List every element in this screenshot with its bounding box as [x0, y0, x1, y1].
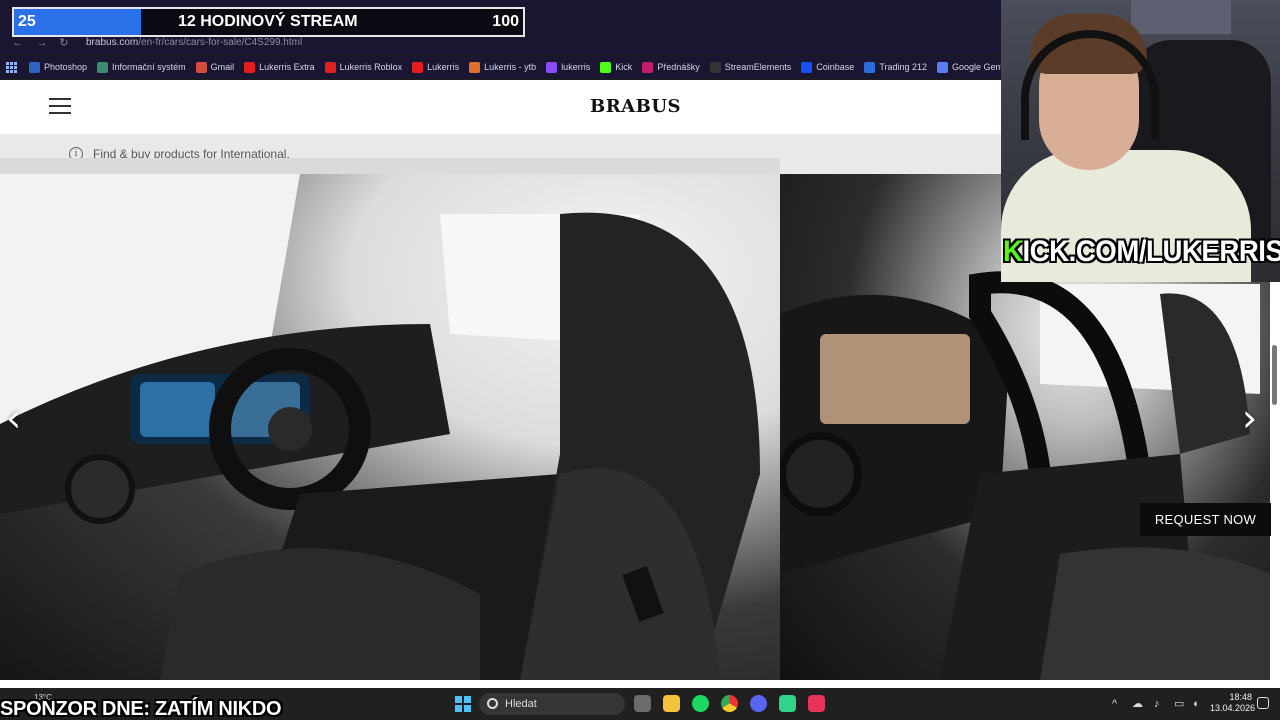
- bookmark-item[interactable]: Coinbase: [801, 61, 855, 73]
- file-explorer-icon[interactable]: [663, 695, 680, 712]
- discord-icon[interactable]: [750, 695, 767, 712]
- notifications-icon[interactable]: [1257, 697, 1269, 709]
- car-interior-image: [0, 174, 760, 680]
- tray-expand-icon[interactable]: ^: [1112, 697, 1117, 711]
- hamburger-menu-icon[interactable]: [49, 98, 71, 114]
- bookmark-label: Kick: [615, 62, 633, 72]
- bookmark-item[interactable]: Trading 212: [864, 61, 928, 73]
- gmail-icon: [195, 61, 207, 73]
- bookmark-item[interactable]: lukerris: [546, 61, 591, 73]
- youtube-icon: [244, 61, 256, 73]
- stream-progress-overlay: 25 12 HODINOVÝ STREAM 100: [12, 7, 525, 37]
- address-bar[interactable]: brabus.com/en-fr/cars/cars-for-sale/C4S2…: [86, 36, 302, 50]
- search-icon: [487, 698, 498, 709]
- trading212-icon: [864, 61, 876, 73]
- taskbar-search-input[interactable]: [479, 693, 625, 715]
- sponsor-banner: SPONZOR DNE: ZATÍM NIKDO: [0, 698, 282, 720]
- youtube-icon: [412, 61, 424, 73]
- bookmark-label: Lukerris Extra: [259, 62, 315, 72]
- bookmark-item[interactable]: Lukerris Extra: [244, 61, 315, 73]
- bookmark-item[interactable]: Lukerris Roblox: [324, 61, 403, 73]
- microphone-icon[interactable]: ♪: [1154, 697, 1160, 711]
- forward-icon[interactable]: →: [34, 36, 50, 50]
- clock-time: 18:48: [1229, 692, 1252, 702]
- youtube-icon: [324, 61, 336, 73]
- task-view-icon[interactable]: [634, 695, 651, 712]
- stream-progress-count: 25: [18, 13, 36, 30]
- is-icon: [97, 61, 109, 73]
- taskbar-search-placeholder: Hledat: [505, 698, 537, 710]
- kick-letter: K: [1003, 235, 1023, 268]
- url-path: /en-fr/cars/cars-for-sale/C4S299.html: [138, 37, 303, 48]
- gallery-slide-current[interactable]: [0, 174, 780, 680]
- coinbase-icon: [801, 61, 813, 73]
- bookmark-label: Lukerris: [427, 62, 460, 72]
- kick-url: ICK.COM/LUKERRIS: [1022, 235, 1280, 268]
- bookmark-label: StreamElements: [724, 62, 792, 72]
- bookmark-label: Lukerris - ytb: [484, 62, 537, 72]
- stream-title: 12 HODINOVÝ STREAM: [178, 13, 358, 30]
- network-icon[interactable]: ▭: [1174, 697, 1184, 711]
- bookmark-label: Lukerris Roblox: [339, 62, 403, 72]
- bookmark-label: Gmail: [210, 62, 235, 72]
- bookmark-label: lukerris: [561, 62, 591, 72]
- brabus-logo[interactable]: BRABUS: [590, 96, 681, 117]
- bookmark-item[interactable]: Kick: [600, 61, 633, 73]
- bookmark-item[interactable]: Přednášky: [642, 61, 700, 73]
- bookmark-item[interactable]: Gmail: [195, 61, 235, 73]
- page-scrollbar[interactable]: [1272, 345, 1277, 405]
- bookmark-list: Photoshop Informační systém Gmail Lukerris …: [29, 61, 1066, 73]
- bookmark-item[interactable]: StreamElements: [709, 61, 792, 73]
- gallery-top-strip: [0, 158, 780, 174]
- clock-date: 13.04.2026: [1210, 703, 1256, 713]
- photoshop-icon: [29, 61, 40, 73]
- gemini-icon: [937, 61, 949, 73]
- bookmark-label: Coinbase: [816, 62, 855, 72]
- kick-channel-banner: KICK.COM/LUKERRIS: [1003, 234, 1280, 270]
- bookmark-label: Photoshop: [44, 62, 88, 72]
- tiktok-icon[interactable]: [808, 695, 825, 712]
- analytics-icon: [469, 61, 481, 73]
- bookmark-item[interactable]: Lukerris - ytb: [469, 61, 537, 73]
- bookmark-item[interactable]: Informační systém: [97, 61, 186, 73]
- bookmark-label: Přednášky: [657, 62, 700, 72]
- twitch-icon: [546, 61, 558, 73]
- bookmark-item[interactable]: Photoshop: [29, 61, 88, 73]
- stream-progress-goal: 100: [492, 13, 519, 30]
- app-green-icon[interactable]: [779, 695, 796, 712]
- request-now-button[interactable]: REQUEST NOW: [1140, 503, 1271, 536]
- gallery-next-arrow-icon[interactable]: ›: [1242, 398, 1257, 438]
- gallery-prev-arrow-icon[interactable]: ‹: [6, 398, 21, 438]
- windows-start-icon[interactable]: [455, 696, 471, 712]
- bookmark-label: Informační systém: [112, 62, 186, 72]
- page-bottom-edge: [0, 680, 1280, 688]
- volume-icon[interactable]: ◖: [1192, 697, 1199, 711]
- chrome-icon[interactable]: [721, 695, 738, 712]
- spotify-icon[interactable]: [692, 695, 709, 712]
- tray-app-icon[interactable]: ☁: [1132, 697, 1143, 711]
- site-header: BRABUS: [0, 80, 1001, 134]
- bookmark-item[interactable]: Lukerris: [412, 61, 460, 73]
- url-host: brabus.com: [86, 37, 139, 48]
- reload-icon[interactable]: ↻: [56, 36, 72, 50]
- back-icon[interactable]: ←: [10, 36, 26, 50]
- kick-icon: [600, 61, 612, 73]
- m-icon: [642, 61, 654, 73]
- apps-grid-icon[interactable]: [6, 61, 17, 73]
- bookmarks-bar: Photoshop Informační systém Gmail Lukerris …: [0, 56, 1056, 78]
- streamelements-icon: [709, 61, 721, 73]
- taskbar-clock[interactable]: 18:48 13.04.2026: [1210, 692, 1256, 714]
- bookmark-label: Trading 212: [879, 62, 928, 72]
- screen: ← → ↻ brabus.com/en-fr/cars/cars-for-sal…: [0, 0, 1280, 720]
